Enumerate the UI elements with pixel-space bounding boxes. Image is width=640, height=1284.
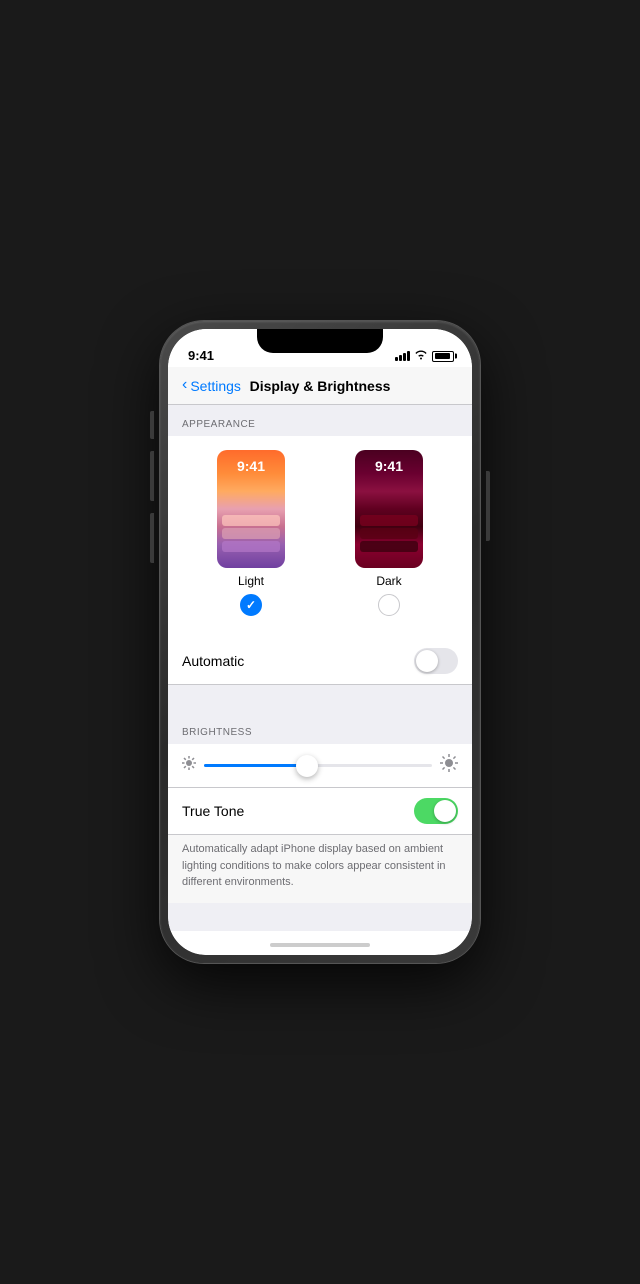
signal-bar-1 [395,357,398,361]
dark-preview-time: 9:41 [375,458,403,474]
brightness-card: True Tone Automatically adapt iPhone dis… [168,744,472,903]
volume-up-button [150,451,154,501]
nav-bar: ‹ Settings Display & Brightness [168,367,472,405]
signal-bar-3 [403,353,406,361]
appearance-options: 9:41 Light ✓ [182,450,458,616]
home-indicator [168,935,472,955]
signal-bars [395,351,410,361]
brightness-high-icon [440,754,458,777]
slider-track [204,764,432,767]
power-button [486,471,490,541]
back-chevron-icon: ‹ [182,376,187,394]
signal-bar-4 [407,351,410,361]
light-check-icon: ✓ [246,598,256,612]
volume-down-button [150,513,154,563]
back-button[interactable]: ‹ Settings [182,377,241,394]
dark-preview: 9:41 [355,450,423,568]
appearance-section-header: APPEARANCE [168,405,472,436]
appearance-card: 9:41 Light ✓ [168,436,472,638]
dark-appearance-option[interactable]: 9:41 Dark [355,450,423,616]
settings-content: APPEARANCE 9:41 [168,405,472,935]
true-tone-row: True Tone [168,788,472,834]
light-preview-time: 9:41 [237,458,265,474]
dark-radio[interactable] [378,594,400,616]
back-label: Settings [190,378,241,394]
automatic-toggle[interactable] [414,648,458,674]
phone-screen: 9:41 [168,329,472,955]
battery-fill [435,353,450,359]
light-appearance-option[interactable]: 9:41 Light ✓ [217,450,285,616]
brightness-low-icon [182,756,196,775]
light-radio[interactable]: ✓ [240,594,262,616]
battery-icon [432,351,454,362]
signal-bar-2 [399,355,402,361]
status-icons [395,349,454,363]
slider-thumb[interactable] [296,755,318,777]
light-label: Light [238,574,264,588]
automatic-row: Automatic [168,638,472,685]
home-bar [270,943,370,947]
phone-frame: 9:41 [160,321,480,963]
notch [257,329,383,353]
light-preview: 9:41 [217,450,285,568]
spacer-1 [168,685,472,713]
true-tone-label: True Tone [182,803,244,819]
true-tone-toggle[interactable] [414,798,458,824]
screen-content: 9:41 [168,329,472,955]
automatic-toggle-thumb [416,650,438,672]
brightness-section-header: BRIGHTNESS [168,713,472,744]
spacer-2 [168,903,472,931]
true-tone-toggle-thumb [434,800,456,822]
slider-fill [204,764,307,767]
brightness-slider-row [168,744,472,788]
brightness-slider[interactable] [204,756,432,776]
automatic-label: Automatic [182,653,244,669]
true-tone-description: Automatically adapt iPhone display based… [168,834,472,903]
status-time: 9:41 [186,348,214,363]
mute-button [150,411,154,439]
page-title: Display & Brightness [250,378,391,394]
wifi-icon [414,349,428,363]
dark-label: Dark [376,574,401,588]
